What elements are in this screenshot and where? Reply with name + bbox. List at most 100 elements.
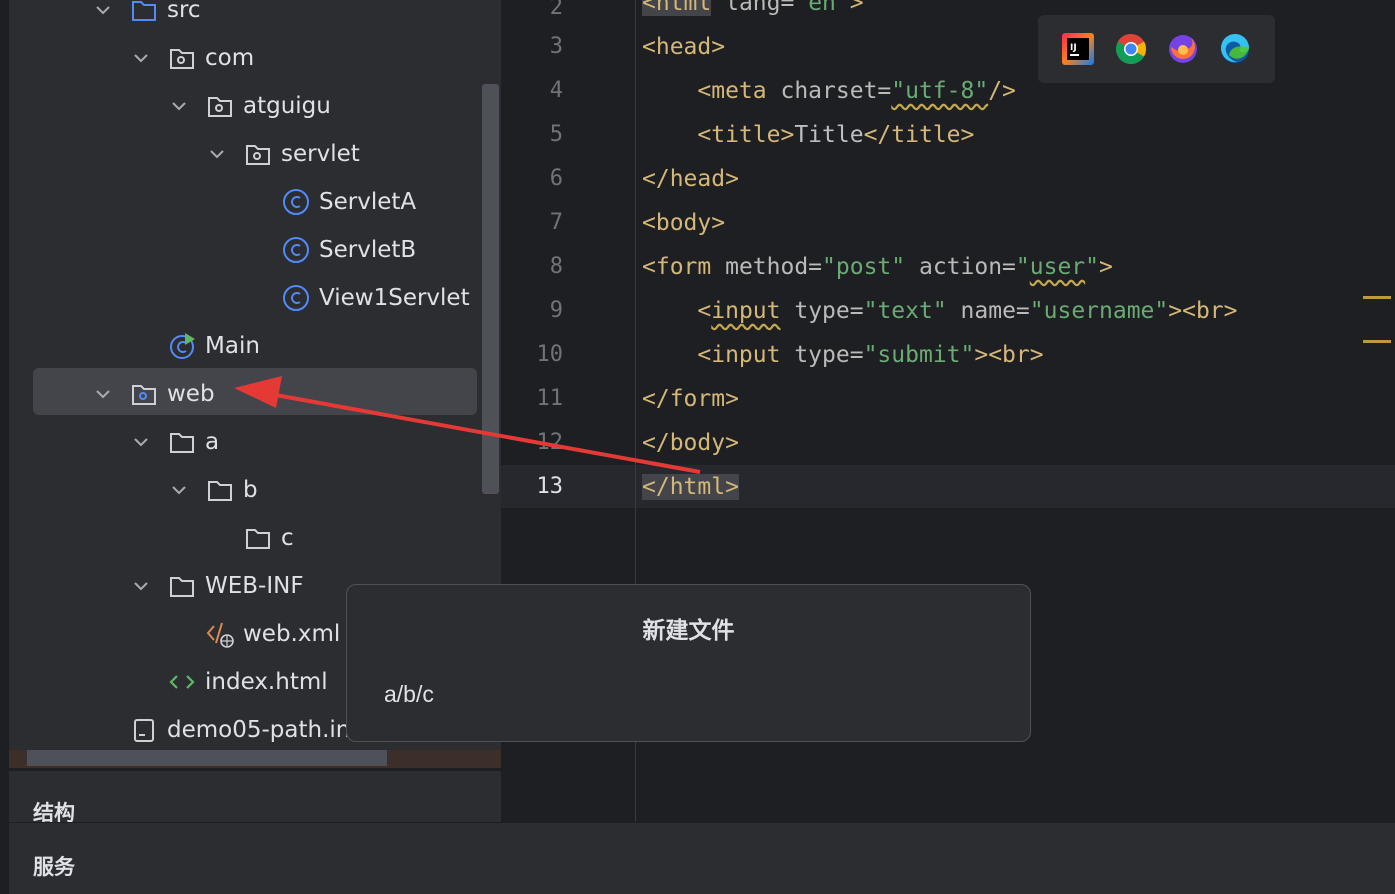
tree-item-c[interactable]: c	[9, 514, 489, 562]
code-line-12[interactable]: </body>	[642, 421, 739, 465]
code-token: >	[849, 0, 864, 16]
run-class-icon	[170, 333, 195, 359]
tree-item-label: Main	[205, 333, 260, 359]
tree-item-web[interactable]: web	[9, 370, 489, 418]
warning-marker[interactable]	[1363, 296, 1391, 299]
code-token: ><br>	[1168, 298, 1238, 324]
folder-icon	[208, 481, 232, 501]
warning-marker[interactable]	[1363, 340, 1391, 343]
line-number: 11	[536, 386, 564, 411]
chevron-down-icon[interactable]	[132, 433, 150, 451]
package-icon	[208, 97, 232, 117]
tree-item-servletb[interactable]: ServletB	[9, 226, 489, 274]
tree-item-label: ServletB	[319, 237, 417, 263]
tree-item-label: ServletA	[319, 189, 417, 215]
code-line-10[interactable]: <input type="submit"><br>	[642, 333, 1044, 377]
line-number: 5	[549, 122, 563, 147]
tree-item-label: atguigu	[243, 93, 331, 119]
code-token: <body>	[642, 210, 726, 236]
code-line-11[interactable]: </form>	[642, 377, 739, 421]
code-line-2[interactable]: <html lang="en">	[642, 0, 864, 25]
code-token: >	[1099, 254, 1113, 280]
tree-item-view1servlet[interactable]: View1Servlet	[9, 274, 489, 322]
chevron-down-icon[interactable]	[170, 481, 188, 499]
tree-item-label: b	[243, 477, 258, 503]
tree-item-label: com	[205, 45, 255, 71]
dialog-title: 新建文件	[642, 618, 735, 644]
code-token: type=	[780, 298, 864, 324]
code-token: <input	[697, 342, 781, 368]
tree-horizontal-scrollbar[interactable]	[27, 750, 387, 766]
code-line-13[interactable]: </html>	[642, 465, 739, 509]
structure-tool-window[interactable]: 结构	[9, 770, 501, 825]
code-line-5[interactable]: <title>Title</title>	[642, 113, 974, 157]
code-token: input	[711, 298, 781, 324]
chevron-down-icon[interactable]	[94, 1, 112, 19]
code-token: user	[1029, 254, 1086, 280]
svg-text:IJ: IJ	[1070, 43, 1077, 53]
tree-item-label: a	[205, 429, 220, 455]
code-token: "utf-8"	[891, 78, 989, 104]
package-icon	[170, 49, 194, 69]
code-token: name=	[946, 298, 1030, 324]
intellij-icon[interactable]: IJ	[1062, 33, 1094, 65]
code-token: ><br>	[974, 342, 1044, 368]
line-number-current: 13	[536, 474, 564, 499]
code-token: "submit"	[863, 342, 975, 368]
tree-item-servlet[interactable]: servlet	[9, 130, 489, 178]
code-line-6[interactable]: </head>	[642, 157, 739, 201]
chevron-down-icon[interactable]	[170, 97, 188, 115]
code-token: "en"	[794, 0, 850, 16]
line-number: 4	[549, 78, 563, 103]
chevron-down-icon[interactable]	[132, 49, 150, 67]
tree-item-label: WEB-INF	[205, 573, 304, 599]
folder-icon	[170, 577, 194, 597]
web-folder-icon	[132, 385, 156, 405]
module-file-icon	[134, 719, 154, 742]
code-line-3[interactable]: <head>	[642, 25, 725, 69]
chrome-icon[interactable]	[1115, 33, 1147, 65]
tree-item-label: demo05-path.in	[167, 717, 351, 743]
code-token: "post"	[822, 254, 906, 280]
tree-item-com[interactable]: com	[9, 34, 489, 82]
chevron-down-icon[interactable]	[132, 577, 150, 595]
line-number: 7	[549, 210, 563, 235]
tree-item-label: c	[281, 525, 294, 551]
tree-item-main[interactable]: Main	[9, 322, 489, 370]
code-token: <title>	[697, 122, 795, 148]
tree-item-a[interactable]: a	[9, 418, 489, 466]
firefox-icon[interactable]	[1167, 33, 1199, 65]
chevron-down-icon[interactable]	[208, 145, 226, 163]
code-token: type=	[780, 342, 864, 368]
code-token: <html	[642, 0, 712, 16]
folder-icon	[246, 529, 270, 549]
file-name-input[interactable]	[384, 679, 984, 709]
package-icon	[246, 145, 270, 165]
xml-file-icon	[206, 622, 234, 648]
tree-item-label: web.xml	[243, 621, 341, 647]
line-number: 3	[549, 34, 563, 59]
services-label: 服务	[33, 855, 75, 879]
code-line-4[interactable]: <meta charset="utf-8"/>	[642, 69, 1016, 113]
edge-icon[interactable]	[1219, 33, 1251, 65]
folder-icon	[170, 433, 194, 453]
tree-item-atguigu[interactable]: atguigu	[9, 82, 489, 130]
code-token: charset=	[766, 78, 892, 104]
services-tool-window[interactable]: 服务	[9, 822, 1395, 894]
code-token: <head>	[642, 34, 726, 60]
code-token: Title	[794, 122, 864, 148]
line-number: 6	[549, 166, 563, 191]
tree-item-label: index.html	[205, 669, 328, 695]
code-line-7[interactable]: <body>	[642, 201, 725, 245]
code-line-9[interactable]: <input type="text" name="username"><br>	[642, 289, 1238, 333]
chevron-down-icon[interactable]	[94, 385, 112, 403]
code-token: "	[1085, 254, 1100, 280]
code-token: "text"	[863, 298, 947, 324]
code-token: />	[988, 78, 1016, 104]
tree-item-b[interactable]: b	[9, 466, 489, 514]
tree-item-label: src	[167, 0, 201, 23]
tree-item-servleta[interactable]: ServletA	[9, 178, 489, 226]
tree-item-src[interactable]: src	[9, 0, 489, 34]
code-line-8[interactable]: <form method="post" action="user">	[642, 245, 1113, 289]
code-token: <form	[642, 254, 712, 280]
